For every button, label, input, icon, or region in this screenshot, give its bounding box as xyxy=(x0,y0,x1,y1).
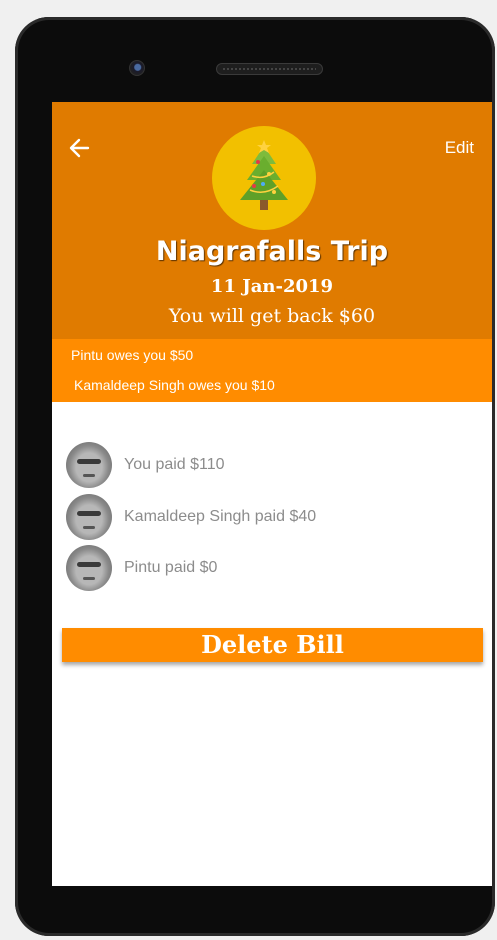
owe-line: Kamaldeep Singh owes you $10 xyxy=(74,377,275,393)
edit-button[interactable]: Edit xyxy=(445,138,474,158)
owe-line: Pintu owes you $50 xyxy=(71,347,194,363)
avatar xyxy=(66,545,112,591)
trip-title: Niagrafalls Trip xyxy=(155,236,389,267)
trip-date: 11 Jan-2019 xyxy=(210,276,334,297)
payment-row: You paid $110 xyxy=(66,442,486,488)
payment-text: Pintu paid $0 xyxy=(124,559,218,576)
arrow-left-icon xyxy=(69,138,90,158)
delete-bill-button[interactable]: Delete Bill xyxy=(62,628,483,662)
payment-row: Kamaldeep Singh paid $40 xyxy=(66,494,486,540)
group-avatar xyxy=(212,126,316,230)
balance-summary: You will get back $60 xyxy=(168,305,376,327)
camera-icon xyxy=(129,60,145,76)
christmas-tree-icon xyxy=(240,140,288,210)
app-screen: Edit Niagrafalls Trip 11 Jan-2019 You wi… xyxy=(52,102,492,886)
owes-panel: Pintu owes you $50 Kamaldeep Singh owes … xyxy=(52,339,492,402)
avatar xyxy=(66,442,112,488)
speaker-grille xyxy=(216,63,323,75)
payment-text: You paid $110 xyxy=(124,456,225,473)
trip-header: Edit Niagrafalls Trip 11 Jan-2019 You wi… xyxy=(52,102,492,339)
avatar xyxy=(66,494,112,540)
payment-row: Pintu paid $0 xyxy=(66,545,486,591)
payment-text: Kamaldeep Singh paid $40 xyxy=(124,508,317,525)
back-button[interactable] xyxy=(66,134,94,162)
phone-frame: Edit Niagrafalls Trip 11 Jan-2019 You wi… xyxy=(15,17,495,936)
